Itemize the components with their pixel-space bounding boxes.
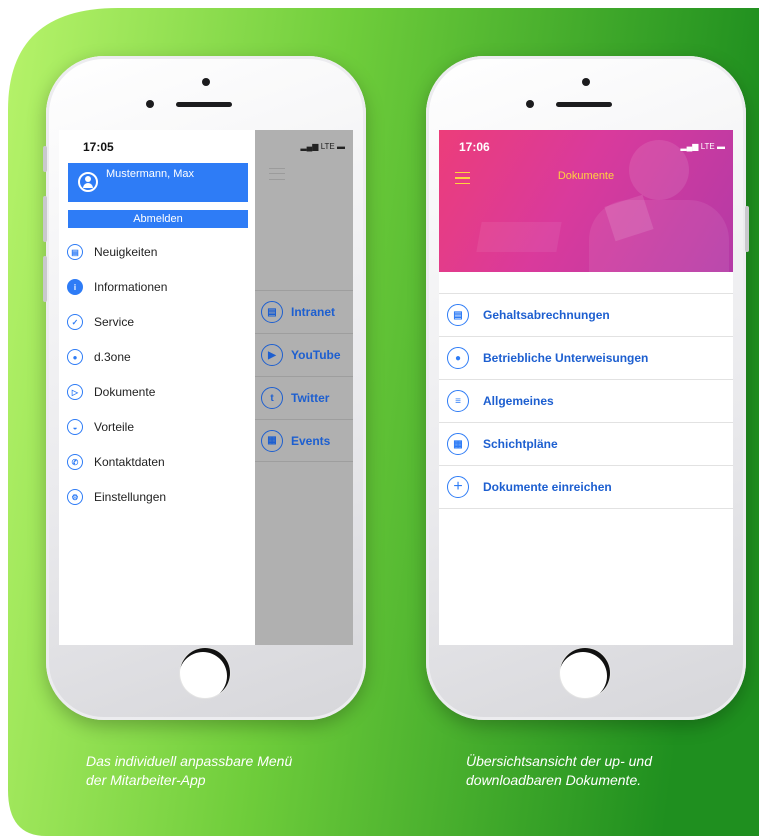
- link-label: Events: [291, 433, 331, 448]
- menu-item-label: Einstellungen: [94, 490, 167, 504]
- info-icon: i: [67, 279, 83, 295]
- doc-item-label: Dokumente einreichen: [483, 480, 612, 494]
- link-label: Twitter: [291, 391, 330, 405]
- battery-icon: ▬: [334, 142, 345, 151]
- dimmed-content-overlay[interactable]: ▂▄▆ LTE ▬ ▤ Intranet ▶ YouTube t Twitter…: [255, 130, 353, 645]
- youtube-icon: ▶: [261, 344, 283, 366]
- power-button: [745, 206, 749, 252]
- menu-item-label: Vorteile: [94, 420, 135, 434]
- signal-icon: ▂▄▆: [300, 142, 321, 151]
- caption-line: Übersichtsansicht der up- und: [466, 753, 652, 769]
- volume-down-button: [43, 256, 47, 302]
- side-drawer-menu: 17:05 Mustermann, Max Abmelden ▤ Neuigke…: [59, 130, 255, 645]
- page-title: Dokumente: [557, 170, 615, 182]
- doc-item-label: Gehaltsabrechnungen: [483, 308, 610, 322]
- camera-dot: [202, 78, 210, 86]
- menu-item-label: Service: [94, 315, 135, 329]
- speaker-grill: [556, 102, 612, 107]
- home-button[interactable]: [180, 648, 230, 698]
- caption-left: Das individuell anpassbare Menü der Mita…: [86, 752, 292, 790]
- left-phone: 17:05 Mustermann, Max Abmelden ▤ Neuigke…: [43, 56, 366, 720]
- header-hero-image: 17:06 ▂▄▆ LTE ▬ Dokumente: [439, 130, 733, 272]
- user-name: Mustermann, Max: [106, 168, 195, 180]
- status-signal: ▂▄▆ LTE ▬: [680, 142, 725, 151]
- settings-icon: ⚙: [67, 489, 83, 505]
- document-icon: ▷: [67, 384, 83, 400]
- camera-dot: [582, 78, 590, 86]
- left-screen: 17:05 Mustermann, Max Abmelden ▤ Neuigke…: [59, 130, 353, 645]
- network-label: LTE: [320, 142, 335, 151]
- caption-line: downloadbaren Dokumente.: [466, 772, 642, 788]
- link-twitter[interactable]: t Twitter: [255, 376, 353, 419]
- doc-item-allgemeines[interactable]: ≡ Allgemeines: [439, 379, 733, 422]
- plus-icon: +: [447, 476, 469, 498]
- menu-item-service[interactable]: ✓ Service: [67, 310, 134, 334]
- link-label: Intranet: [291, 305, 336, 319]
- doc-item-dokumente-einreichen[interactable]: + Dokumente einreichen: [439, 465, 733, 508]
- status-signal: ▂▄▆ LTE ▬: [300, 142, 345, 151]
- menu-item-einstellungen[interactable]: ⚙ Einstellungen: [67, 485, 166, 509]
- lightbulb-icon: ●: [447, 347, 469, 369]
- home-button[interactable]: [560, 648, 610, 698]
- link-youtube[interactable]: ▶ YouTube: [255, 333, 353, 376]
- volume-up-button: [43, 196, 47, 242]
- menu-item-kontaktdaten[interactable]: ✆ Kontaktdaten: [67, 450, 165, 474]
- logout-button[interactable]: Abmelden: [68, 210, 248, 228]
- menu-item-vorteile[interactable]: ◒ Vorteile: [67, 415, 134, 439]
- doc-item-label: Schichtpläne: [483, 437, 558, 451]
- calendar-icon: ▦: [261, 429, 283, 452]
- menu-item-dokumente[interactable]: ▷ Dokumente: [67, 380, 155, 404]
- caption-right: Übersichtsansicht der up- und downloadba…: [466, 752, 652, 790]
- status-time: 17:06: [459, 140, 490, 154]
- sensor-dot: [146, 100, 154, 108]
- doc-item-gehaltsabrechnungen[interactable]: ▤ Gehaltsabrechnungen: [439, 293, 733, 336]
- twitter-icon: t: [261, 387, 283, 409]
- menu-item-label: d.3one: [94, 350, 131, 364]
- doc-item-betriebliche-unterweisungen[interactable]: ● Betriebliche Unterweisungen: [439, 336, 733, 379]
- side-button: [43, 146, 47, 172]
- battery-icon: ▬: [714, 142, 725, 151]
- right-screen: 17:06 ▂▄▆ LTE ▬ Dokumente ▤ Gehaltsabrec…: [439, 130, 733, 645]
- phone-icon: ✆: [67, 454, 83, 470]
- menu-item-label: Informationen: [94, 280, 168, 294]
- hamburger-menu-icon[interactable]: [269, 168, 285, 180]
- checkbox-icon: ✓: [67, 314, 83, 330]
- speaker-grill: [176, 102, 232, 107]
- list-divider: [439, 508, 733, 509]
- payslip-icon: ▤: [447, 304, 469, 326]
- doc-item-schichtplaene[interactable]: ▦ Schichtpläne: [439, 422, 733, 465]
- menu-item-label: Neuigkeiten: [94, 245, 158, 259]
- network-label: LTE: [700, 142, 715, 151]
- link-events[interactable]: ▦ Events: [255, 419, 353, 462]
- link-intranet[interactable]: ▤ Intranet: [255, 290, 353, 333]
- gift-icon: ◒: [67, 419, 83, 435]
- menu-item-informationen[interactable]: i Informationen: [67, 275, 167, 299]
- link-label: YouTube: [291, 348, 341, 362]
- hero-photo-shape: [476, 222, 562, 252]
- document-icon: ≡: [447, 390, 469, 412]
- menu-item-d3one[interactable]: ● d.3one: [67, 345, 131, 369]
- caption-line: der Mitarbeiter-App: [86, 772, 206, 788]
- people-icon: ●: [67, 349, 83, 365]
- avatar-icon: [78, 172, 98, 192]
- right-phone: 17:06 ▂▄▆ LTE ▬ Dokumente ▤ Gehaltsabrec…: [426, 56, 749, 720]
- calendar-icon: ▦: [447, 433, 469, 455]
- newspaper-icon: ▤: [261, 301, 283, 323]
- menu-item-label: Dokumente: [94, 385, 156, 399]
- menu-item-neuigkeiten[interactable]: ▤ Neuigkeiten: [67, 240, 157, 264]
- sensor-dot: [526, 100, 534, 108]
- doc-item-label: Betriebliche Unterweisungen: [483, 351, 649, 365]
- user-profile-bar[interactable]: Mustermann, Max: [68, 163, 248, 202]
- signal-icon: ▂▄▆: [680, 142, 701, 151]
- caption-line: Das individuell anpassbare Menü: [86, 753, 293, 769]
- newspaper-icon: ▤: [67, 244, 83, 260]
- status-time: 17:05: [83, 140, 114, 154]
- menu-item-label: Kontaktdaten: [94, 455, 165, 469]
- doc-item-label: Allgemeines: [483, 394, 554, 408]
